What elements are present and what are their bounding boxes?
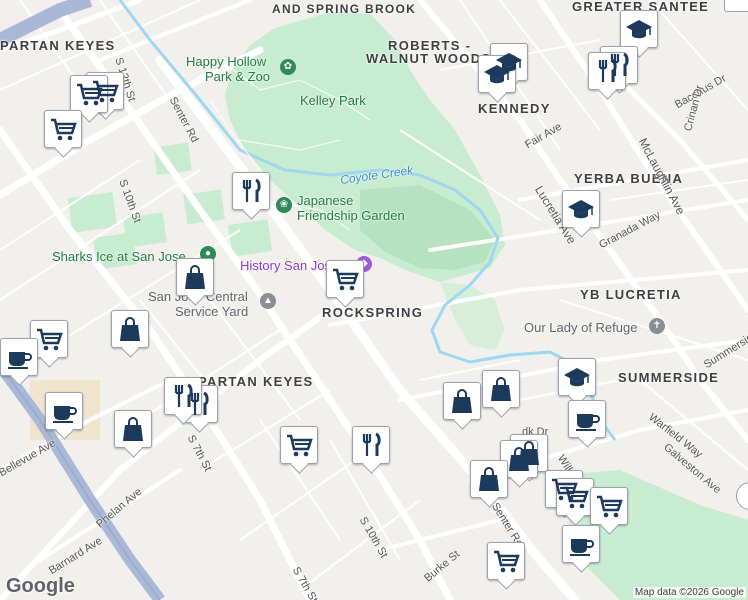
restaurant-icon[interactable] bbox=[164, 377, 202, 415]
place-kelley-park[interactable]: Kelley Park bbox=[300, 93, 366, 108]
neighborhood-spartan-keyes-top: PARTAN KEYES bbox=[0, 38, 116, 53]
grocery-cart-icon bbox=[77, 83, 103, 106]
map-attribution[interactable]: Map data ©2026 Google bbox=[632, 587, 746, 598]
grocery-cart-icon[interactable] bbox=[590, 487, 628, 525]
neighborhood-spring-brook: AND SPRING BROOK bbox=[272, 2, 417, 16]
place-happy-hollow-line1[interactable]: Happy Hollow bbox=[186, 54, 266, 69]
coffee-cup-icon bbox=[8, 352, 32, 369]
shopping-bag-icon[interactable] bbox=[470, 460, 508, 498]
coffee-cup-icon[interactable] bbox=[562, 525, 600, 563]
google-logo[interactable]: Google bbox=[6, 575, 75, 598]
school-cap-icon[interactable] bbox=[562, 190, 600, 228]
map-canvas[interactable]: GREATER SANTEE AND SPRING BROOK PARTAN K… bbox=[0, 0, 748, 600]
restaurant-icon[interactable] bbox=[352, 426, 390, 464]
school-cap-icon bbox=[484, 65, 510, 84]
school-cap-icon[interactable] bbox=[558, 358, 596, 396]
grocery-cart-icon bbox=[51, 118, 77, 141]
shopping-bag-icon bbox=[120, 317, 140, 341]
place-japanese-line1[interactable]: Japanese bbox=[297, 193, 353, 208]
place-history-san-jose[interactable]: History San José bbox=[240, 258, 338, 273]
highway-shield-icon bbox=[724, 0, 748, 12]
shopping-bag-icon[interactable] bbox=[443, 382, 481, 420]
grocery-cart-icon bbox=[333, 268, 359, 291]
place-sharks-ice[interactable]: Sharks Ice at San Jose bbox=[52, 249, 186, 264]
restaurant-icon bbox=[598, 58, 617, 82]
place-our-lady-of-refuge[interactable]: Our Lady of Refuge bbox=[524, 320, 637, 335]
shopping-bag-icon bbox=[452, 389, 472, 413]
grocery-cart-icon[interactable] bbox=[280, 426, 318, 464]
neighborhood-rockspring: ROCKSPRING bbox=[322, 305, 424, 320]
shopping-bag-icon[interactable] bbox=[482, 370, 520, 408]
restaurant-icon[interactable] bbox=[588, 52, 626, 90]
coffee-cup-icon[interactable] bbox=[45, 392, 83, 430]
church-cross-icon[interactable]: ✝ bbox=[649, 318, 665, 334]
neighborhood-yb-lucretia: YB LUCRETIA bbox=[580, 287, 682, 302]
shopping-bag-icon bbox=[479, 467, 499, 491]
shopping-bag-icon bbox=[123, 417, 143, 441]
government-building-icon[interactable]: ▲ bbox=[260, 293, 276, 309]
shopping-bag-icon[interactable] bbox=[176, 258, 214, 296]
restaurant-icon[interactable] bbox=[232, 172, 270, 210]
shopping-bag-icon[interactable] bbox=[500, 440, 538, 478]
restaurant-icon bbox=[242, 178, 261, 202]
coffee-cup-icon bbox=[570, 539, 594, 556]
shopping-bag-icon[interactable] bbox=[114, 410, 152, 448]
restaurant-icon bbox=[174, 383, 193, 407]
garden-flower-icon[interactable]: ❀ bbox=[276, 197, 292, 213]
shopping-bag-icon bbox=[509, 447, 529, 471]
coffee-cup-icon[interactable] bbox=[568, 400, 606, 438]
school-cap-icon[interactable] bbox=[478, 55, 516, 93]
place-happy-hollow-line2[interactable]: Park & Zoo bbox=[205, 69, 270, 84]
grocery-cart-icon[interactable] bbox=[30, 320, 68, 358]
place-central-yard-line2[interactable]: Service Yard bbox=[175, 304, 248, 319]
grocery-cart-icon[interactable] bbox=[556, 478, 594, 516]
coffee-cup-icon bbox=[576, 414, 600, 431]
grocery-cart-icon[interactable] bbox=[487, 542, 525, 580]
neighborhood-summerside: SUMMERSIDE bbox=[618, 370, 720, 385]
grocery-cart-icon[interactable] bbox=[70, 75, 108, 113]
school-cap-icon bbox=[564, 368, 590, 387]
school-cap-icon bbox=[626, 20, 652, 39]
coffee-cup-icon bbox=[53, 406, 77, 423]
place-japanese-line2[interactable]: Friendship Garden bbox=[297, 208, 405, 223]
neighborhood-kennedy: KENNEDY bbox=[478, 101, 551, 116]
grocery-cart-icon[interactable] bbox=[326, 260, 364, 298]
coffee-cup-icon[interactable] bbox=[0, 338, 38, 376]
neighborhood-walnut-woods: WALNUT WOODS bbox=[366, 51, 492, 66]
shopping-bag-icon bbox=[185, 265, 205, 289]
school-cap-icon bbox=[568, 200, 594, 219]
grocery-cart-icon bbox=[287, 434, 313, 457]
grocery-cart-icon[interactable] bbox=[44, 110, 82, 148]
grocery-cart-icon bbox=[37, 328, 63, 351]
shopping-bag-icon[interactable] bbox=[111, 310, 149, 348]
grocery-cart-icon bbox=[563, 486, 589, 509]
grocery-cart-icon bbox=[494, 550, 520, 573]
shopping-bag-icon bbox=[491, 377, 511, 401]
grocery-cart-icon bbox=[597, 495, 623, 518]
zoo-paw-icon[interactable]: ✿ bbox=[280, 59, 296, 75]
restaurant-icon bbox=[362, 432, 381, 456]
school-cap-icon[interactable] bbox=[620, 10, 658, 48]
